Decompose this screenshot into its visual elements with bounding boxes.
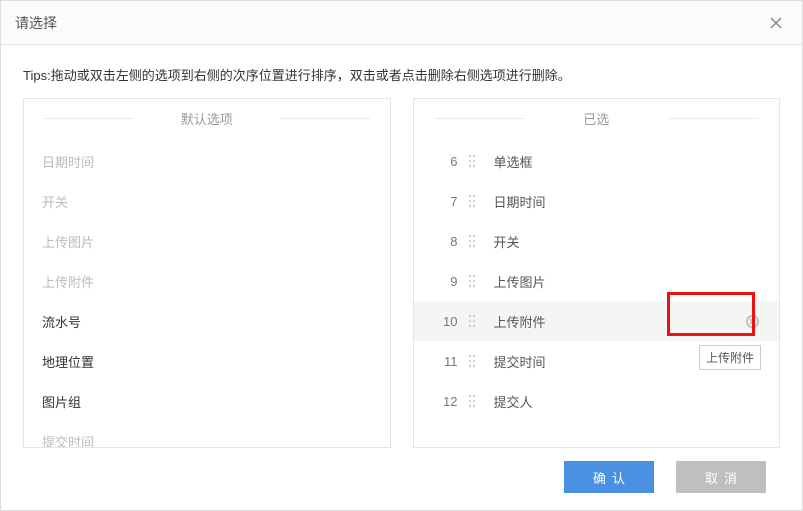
remove-icon[interactable] [743, 312, 761, 330]
row-number: 10 [432, 314, 458, 329]
row-label: 日期时间 [494, 192, 762, 211]
drag-handle-icon[interactable] [468, 314, 480, 328]
drag-handle-icon[interactable] [468, 354, 480, 368]
selected-list[interactable]: 6单选框7日期时间8开关9上传图片10上传附件11提交时间12提交人 上传附件 [414, 137, 780, 447]
list-item[interactable]: 8 开关 [414, 221, 780, 261]
row-label: 单选框 [494, 152, 762, 171]
close-icon[interactable] [764, 11, 788, 35]
drag-handle-icon[interactable] [468, 394, 480, 408]
list-item[interactable]: 10 上传附件 [414, 301, 780, 341]
available-panel-title: 默认选项 [24, 99, 390, 137]
list-item[interactable]: 11 提交时间 [414, 341, 780, 381]
list-item[interactable]: 7 日期时间 [414, 181, 780, 221]
row-number: 6 [432, 154, 458, 169]
list-item[interactable]: 地理位置 [34, 341, 390, 381]
row-label: 开关 [494, 232, 762, 251]
row-label: 提交人 [494, 392, 762, 411]
row-number: 8 [432, 234, 458, 249]
list-item[interactable]: 图片组 [34, 381, 390, 421]
row-label: 上传附件 [494, 312, 744, 331]
list-item[interactable]: 流水号 [34, 301, 390, 341]
list-item[interactable]: 日期时间 [34, 141, 390, 181]
row-label: 提交时间 [494, 352, 762, 371]
available-panel: 默认选项 日期时间开关上传图片上传附件流水号地理位置图片组提交时间提交人 [23, 98, 391, 448]
row-label: 上传图片 [494, 272, 762, 291]
confirm-button[interactable]: 确认 [564, 461, 654, 493]
dialog-footer: 确认 取消 [1, 448, 802, 506]
cancel-button[interactable]: 取消 [676, 461, 766, 493]
dialog-title: 请选择 [15, 13, 57, 33]
list-item[interactable]: 6 单选框 [414, 141, 780, 181]
available-list[interactable]: 日期时间开关上传图片上传附件流水号地理位置图片组提交时间提交人 [24, 137, 390, 447]
drag-handle-icon[interactable] [468, 274, 480, 288]
row-number: 12 [432, 394, 458, 409]
selected-panel-title: 已选 [414, 99, 780, 137]
list-item[interactable]: 上传图片 [34, 221, 390, 261]
dialog-header: 请选择 [1, 1, 802, 45]
row-number: 9 [432, 274, 458, 289]
row-number: 7 [432, 194, 458, 209]
list-item[interactable]: 提交时间 [34, 421, 390, 447]
tips-text: Tips:拖动或双击左侧的选项到右侧的次序位置进行排序，双击或者点击删除右侧选项… [1, 45, 802, 98]
panels: 默认选项 日期时间开关上传图片上传附件流水号地理位置图片组提交时间提交人 已选 … [1, 98, 802, 448]
drag-handle-icon[interactable] [468, 234, 480, 248]
drag-handle-icon[interactable] [468, 154, 480, 168]
row-number: 11 [432, 354, 458, 369]
list-item[interactable]: 上传附件 [34, 261, 390, 301]
dialog: 请选择 Tips:拖动或双击左侧的选项到右侧的次序位置进行排序，双击或者点击删除… [0, 0, 803, 511]
list-item[interactable]: 9 上传图片 [414, 261, 780, 301]
list-item[interactable]: 开关 [34, 181, 390, 221]
selected-panel: 已选 6单选框7日期时间8开关9上传图片10上传附件11提交时间12提交人 上传… [413, 98, 781, 448]
drag-handle-icon[interactable] [468, 194, 480, 208]
list-item[interactable]: 12 提交人 [414, 381, 780, 421]
